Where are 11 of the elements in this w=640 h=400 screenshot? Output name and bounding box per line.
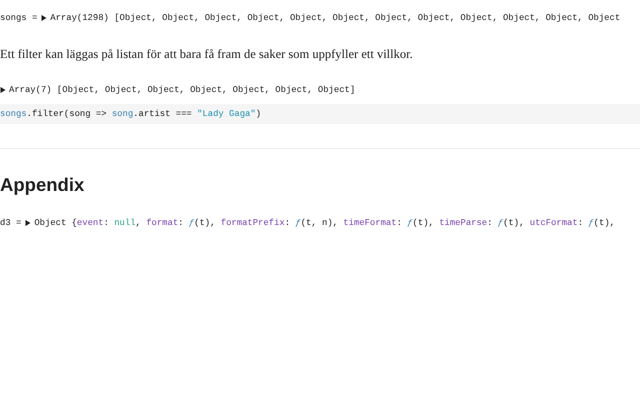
variable-name: songs = — [0, 12, 38, 25]
inspector-value: Object {event: null, format: ƒ(t), formatPrefix: ƒ(t, n), timeFormat: ƒ(t), timeParse: ƒ(t), utcFormat: ƒ(t), — [34, 217, 615, 230]
variable-name: d3 = — [0, 217, 22, 230]
inspector-value: Array(7) [Object, Object, Object, Object, Object, Object, Object] — [9, 84, 356, 97]
paragraph: Ett filter kan läggas på listan för att bara få fram de saker som uppfyller ett villkor. — [0, 46, 414, 63]
expand-toggle-icon[interactable] — [0, 87, 6, 93]
expand-toggle-icon[interactable] — [41, 15, 48, 21]
expand-toggle-icon[interactable] — [25, 220, 32, 226]
inspector-value: Array(1298) [Object, Object, Object, Object, Object, Object, Object, Object, Object, Object, Object, Object — [50, 12, 620, 25]
code-cell: songs.filter(song => song.artist === "Lady Gaga") — [0, 104, 640, 124]
section-heading: Appendix — [0, 173, 86, 197]
